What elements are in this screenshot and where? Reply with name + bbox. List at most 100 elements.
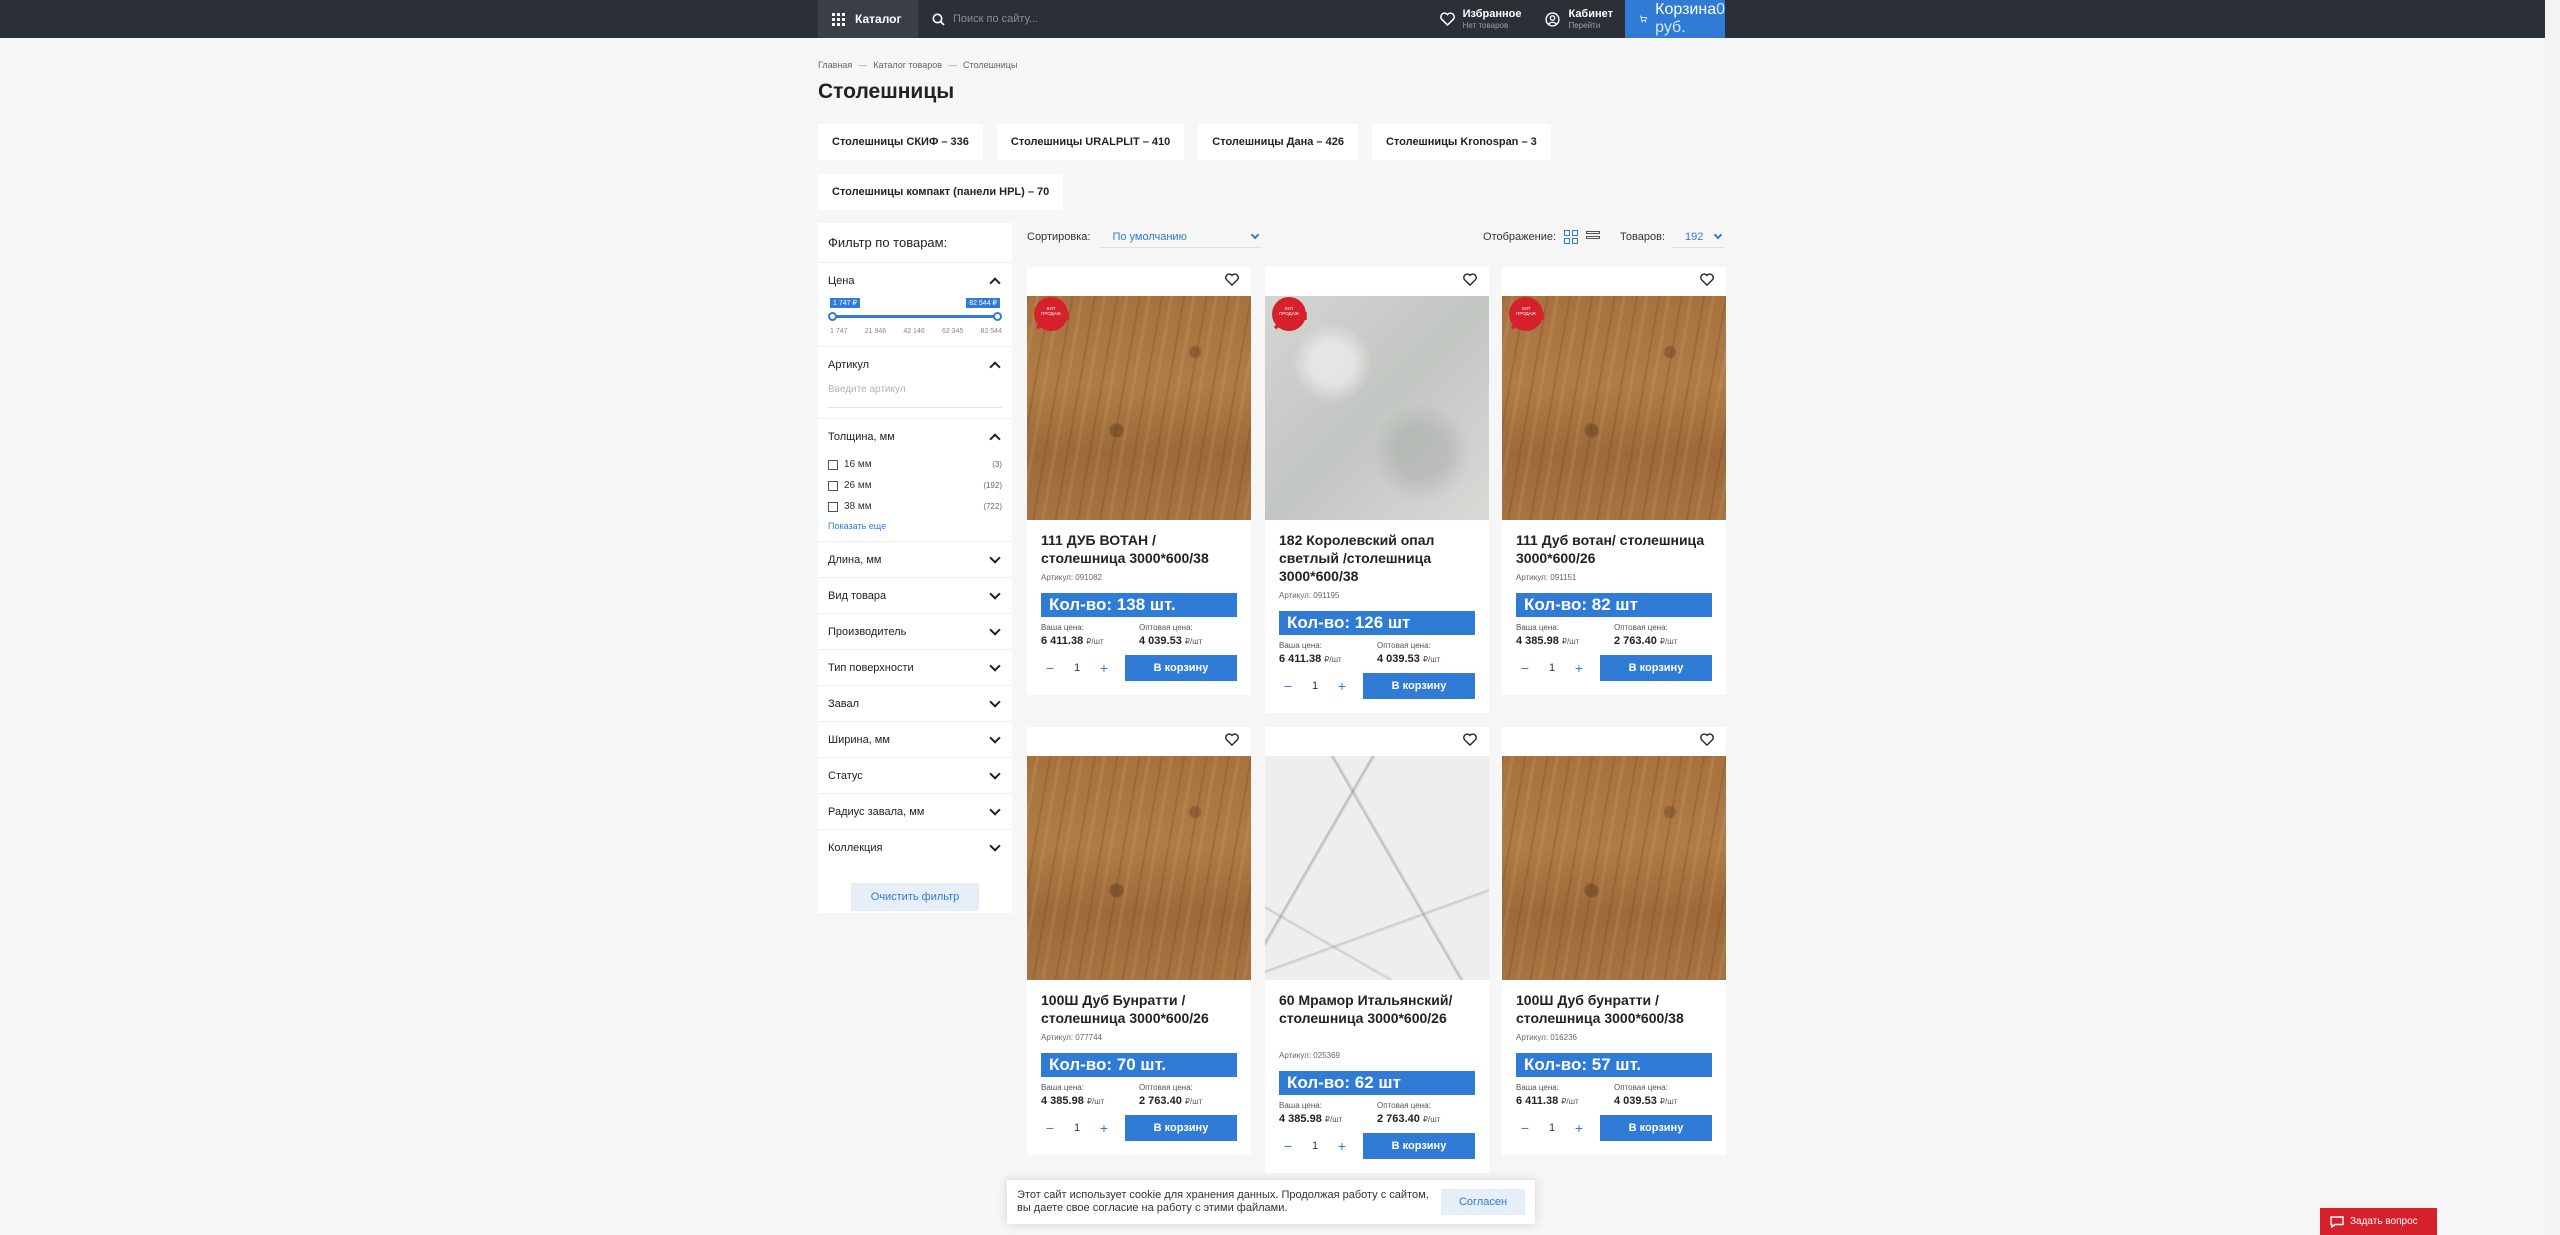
- favorite-heart-icon[interactable]: [1700, 733, 1714, 751]
- quantity-value[interactable]: 1: [1074, 662, 1080, 674]
- product-card[interactable]: ХИТ ПРОДАЖ 111 ДУБ ВОТАН / столешница 3000…: [1027, 267, 1251, 695]
- filter-width-header[interactable]: Ширина, мм: [828, 722, 1002, 757]
- cabinet-title: Кабинет: [1568, 8, 1613, 20]
- show-more-link[interactable]: Показать еще: [828, 517, 1002, 541]
- cookie-accept-button[interactable]: Согласен: [1441, 1189, 1525, 1215]
- product-image[interactable]: [1265, 756, 1489, 980]
- add-to-cart-button[interactable]: В корзину: [1125, 1115, 1237, 1141]
- option-label: 38 мм: [844, 501, 872, 512]
- add-to-cart-button[interactable]: В корзину: [1363, 673, 1475, 699]
- quantity-value[interactable]: 1: [1312, 680, 1318, 692]
- quantity-plus-button[interactable]: +: [1333, 678, 1351, 694]
- add-to-cart-button[interactable]: В корзину: [1125, 655, 1237, 681]
- cabinet-link[interactable]: Кабинет Перейти: [1533, 0, 1625, 38]
- filter-status-header[interactable]: Статус: [828, 758, 1002, 793]
- subcategory-uralplit[interactable]: Столешницы URALPLIT – 410: [996, 124, 1185, 160]
- checkbox[interactable]: [828, 501, 838, 512]
- quantity-plus-button[interactable]: +: [1095, 660, 1113, 676]
- stock-quantity: Кол-во: 126 шт: [1279, 611, 1475, 635]
- filter-surface-type-header[interactable]: Тип поверхности: [828, 650, 1002, 685]
- scrollbar[interactable]: [2545, 0, 2560, 1235]
- filter-collection-header[interactable]: Коллекция: [828, 830, 1002, 865]
- add-to-cart-button[interactable]: В корзину: [1600, 1115, 1712, 1141]
- filter-thickness-label: Толщина, мм: [828, 430, 895, 443]
- thickness-option-38[interactable]: 38 мм (722): [828, 496, 1002, 517]
- quantity-value[interactable]: 1: [1549, 1122, 1555, 1134]
- quantity-minus-button[interactable]: −: [1041, 1120, 1059, 1136]
- chevron-down-icon: [1251, 230, 1260, 240]
- checkbox[interactable]: [828, 459, 838, 470]
- product-name[interactable]: 100Ш Дуб бунратти / столешница 3000*600/…: [1516, 991, 1714, 1027]
- quantity-minus-button[interactable]: −: [1041, 660, 1059, 676]
- price-unit: ₽/шт: [1324, 655, 1342, 664]
- subcategory-compact-hpl[interactable]: Столешницы компакт (панели HPL) – 70: [818, 174, 1064, 210]
- subcategory-skif[interactable]: Столешницы СКИФ – 336: [818, 124, 983, 160]
- filter-thickness-header[interactable]: Толщина, мм: [828, 419, 1002, 454]
- catalog-button[interactable]: Каталог: [818, 0, 918, 38]
- price-max-tag: 82 544 ₽: [966, 298, 1000, 308]
- product-card[interactable]: ХИТ ПРОДАЖ 111 Дуб вотан/ столешница 3000*…: [1502, 267, 1726, 695]
- breadcrumb-separator: —: [858, 60, 868, 70]
- grid-view-icon[interactable]: [1564, 230, 1579, 244]
- product-image[interactable]: [1027, 756, 1251, 980]
- quantity-value[interactable]: 1: [1312, 1140, 1318, 1152]
- quantity-minus-button[interactable]: −: [1516, 660, 1534, 676]
- product-card[interactable]: 100Ш Дуб бунратти / столешница 3000*600/…: [1502, 727, 1726, 1155]
- quantity-plus-button[interactable]: +: [1333, 1138, 1351, 1154]
- wholesale-price-label: Оптовая цена:: [1614, 1083, 1668, 1092]
- quantity-value[interactable]: 1: [1549, 662, 1555, 674]
- filter-edge-header[interactable]: Завал: [828, 686, 1002, 721]
- search-input[interactable]: Поиск по сайту...: [918, 0, 1428, 38]
- product-image[interactable]: [1502, 756, 1726, 980]
- price-max-handle[interactable]: [993, 312, 1002, 321]
- subcategory-dana[interactable]: Столешницы Дана – 426: [1198, 124, 1358, 160]
- quantity-minus-button[interactable]: −: [1516, 1120, 1534, 1136]
- favorites-link[interactable]: Избранное Нет товаров: [1428, 0, 1534, 38]
- quantity-minus-button[interactable]: −: [1279, 678, 1297, 694]
- product-name[interactable]: 182 Королевский опал светлый /столешница…: [1279, 531, 1477, 585]
- clear-filter-button[interactable]: Очистить фильтр: [851, 883, 979, 911]
- filter-manufacturer-header[interactable]: Производитель: [828, 614, 1002, 649]
- product-card[interactable]: ХИТ ПРОДАЖ 182 Королевский опал светлый /с…: [1265, 267, 1489, 713]
- filter-sku-header[interactable]: Артикул: [828, 347, 1002, 382]
- product-name[interactable]: 111 ДУБ ВОТАН / столешница 3000*600/38: [1041, 531, 1239, 567]
- quantity-plus-button[interactable]: +: [1095, 1120, 1113, 1136]
- checkbox[interactable]: [828, 480, 838, 491]
- thickness-option-26[interactable]: 26 мм (192): [828, 475, 1002, 496]
- count-select[interactable]: 192: [1673, 226, 1725, 248]
- filter-edge-radius-header[interactable]: Радиус завала, мм: [828, 794, 1002, 829]
- subcategory-kronospan[interactable]: Столешницы Kronospan – 3: [1371, 124, 1551, 160]
- add-to-cart-button[interactable]: В корзину: [1600, 655, 1712, 681]
- favorite-heart-icon[interactable]: [1700, 273, 1714, 291]
- breadcrumb-home[interactable]: Главная: [818, 60, 852, 70]
- quantity-plus-button[interactable]: +: [1570, 1120, 1588, 1136]
- filter-length-header[interactable]: Длина, мм: [828, 542, 1002, 577]
- quantity-value[interactable]: 1: [1074, 1122, 1080, 1134]
- favorite-heart-icon[interactable]: [1225, 733, 1239, 751]
- thickness-option-16[interactable]: 16 мм (3): [828, 454, 1002, 475]
- cart-button[interactable]: Корзина0 руб.: [1625, 0, 1725, 38]
- price-unit: ₽/шт: [1324, 1115, 1343, 1124]
- product-card[interactable]: 60 Мрамор Итальянский/ столешница 3000*6…: [1265, 727, 1489, 1173]
- breadcrumb-catalog[interactable]: Каталог товаров: [873, 60, 942, 70]
- favorite-heart-icon[interactable]: [1463, 273, 1477, 291]
- price-unit: ₽/шт: [1184, 1097, 1203, 1106]
- price-ticks: 1 747 21 946 42 146 62 345 82 544: [830, 328, 1002, 335]
- filter-price-header[interactable]: Цена: [828, 263, 1002, 298]
- product-name[interactable]: 100Ш Дуб Бунратти / столешница 3000*600/…: [1041, 991, 1239, 1027]
- product-name[interactable]: 111 Дуб вотан/ столешница 3000*600/26: [1516, 531, 1714, 567]
- price-min-handle[interactable]: [828, 312, 837, 321]
- product-card[interactable]: 100Ш Дуб Бунратти / столешница 3000*600/…: [1027, 727, 1251, 1155]
- add-to-cart-button[interactable]: В корзину: [1363, 1133, 1475, 1159]
- favorite-heart-icon[interactable]: [1225, 273, 1239, 291]
- sort-select[interactable]: По умолчанию: [1100, 226, 1263, 248]
- wholesale-price-value: 4 039.53: [1139, 635, 1182, 647]
- favorite-heart-icon[interactable]: [1463, 733, 1477, 751]
- quantity-minus-button[interactable]: −: [1279, 1138, 1297, 1154]
- ask-question-button[interactable]: Задать вопрос: [2320, 1208, 2437, 1235]
- sku-input[interactable]: Введите артикул: [828, 382, 1002, 408]
- product-name[interactable]: 60 Мрамор Итальянский/ столешница 3000*6…: [1279, 991, 1477, 1027]
- list-view-icon[interactable]: [1586, 231, 1601, 243]
- filter-product-type-header[interactable]: Вид товара: [828, 578, 1002, 613]
- quantity-plus-button[interactable]: +: [1570, 660, 1588, 676]
